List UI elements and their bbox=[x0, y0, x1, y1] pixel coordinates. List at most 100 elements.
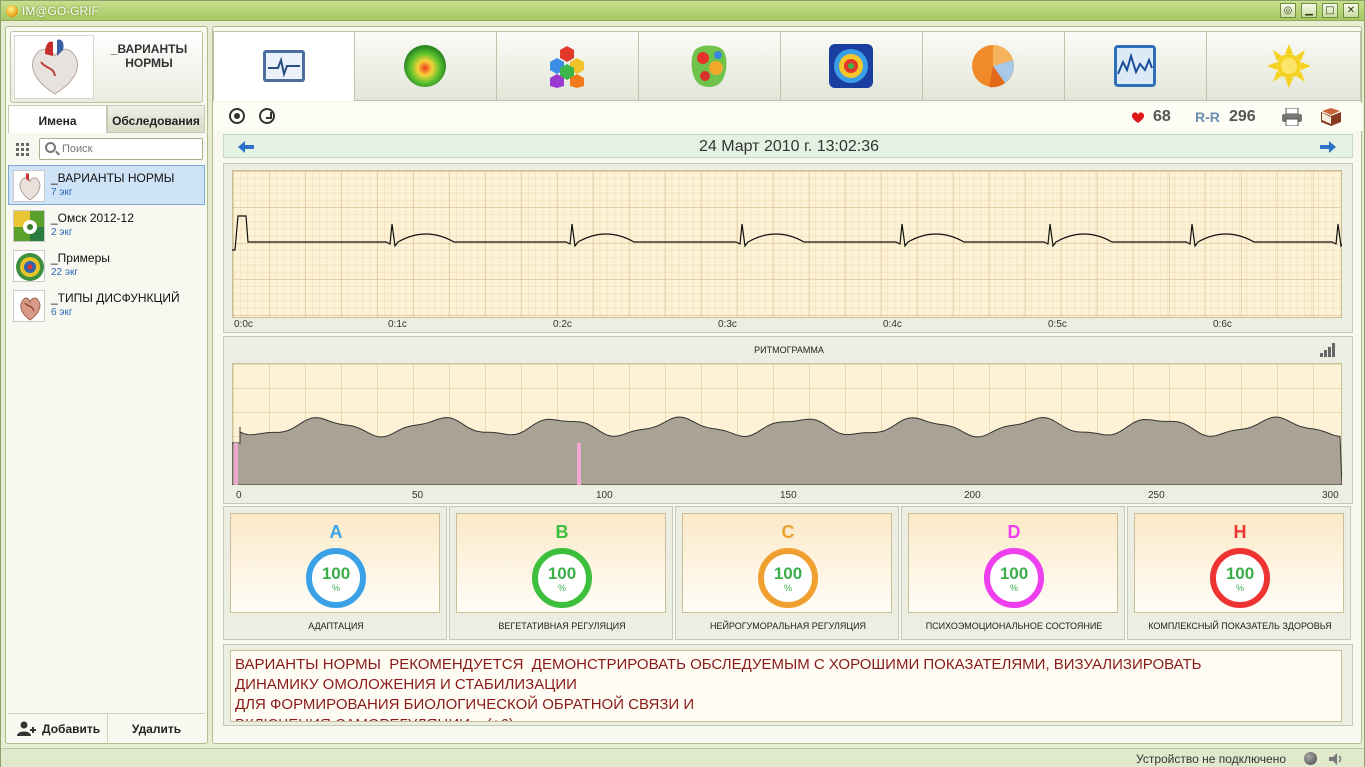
index-label: ВЕГЕТАТИВНАЯ РЕГУЛЯЦИЯ bbox=[498, 621, 626, 631]
list-item[interactable]: _Омск 2012-12 2 экг bbox=[8, 205, 205, 245]
list-item-count: 6 экг bbox=[51, 307, 73, 318]
minimize-icon: ▁ bbox=[1305, 5, 1313, 16]
date-navigator: 24 Март 2010 г. 13:02:36 bbox=[223, 134, 1353, 158]
rr-value: 296 bbox=[1229, 108, 1256, 125]
notes-box[interactable]: ВАРИАНТЫ НОРМЫ РЕКОМЕНДУЕТСЯ ДЕМОНСТРИРО… bbox=[230, 650, 1342, 722]
mandala-icon bbox=[829, 44, 873, 88]
rr-label: R-R bbox=[1195, 109, 1220, 125]
heart-icon bbox=[13, 170, 45, 202]
app-window: IM@GO-GRIF ◎ ▁ □ ✕ _ВАРИАНТЫ НОРМЫ Имена… bbox=[0, 0, 1365, 767]
index-unit: % bbox=[331, 583, 340, 593]
settings-button[interactable]: ◎ bbox=[1280, 3, 1296, 18]
tab-spectrum[interactable] bbox=[1065, 31, 1207, 101]
list-item-name: _Примеры bbox=[51, 251, 110, 265]
signal-bars-icon[interactable] bbox=[1320, 343, 1336, 357]
mandala-icon bbox=[13, 250, 45, 282]
index-panel: A 100 % bbox=[230, 513, 440, 613]
index-unit: % bbox=[1235, 583, 1244, 593]
close-icon: ✕ bbox=[1346, 5, 1356, 16]
index-ring: 100 % bbox=[984, 548, 1044, 608]
index-panel: C 100 % bbox=[682, 513, 892, 613]
notes-panel: ВАРИАНТЫ НОРМЫ РЕКОМЕНДУЕТСЯ ДЕМОНСТРИРО… bbox=[223, 644, 1353, 726]
rhythm-tick: 150 bbox=[780, 490, 797, 501]
pie-chart-icon bbox=[972, 45, 1014, 88]
patient-card[interactable]: _ВАРИАНТЫ НОРМЫ bbox=[10, 31, 203, 103]
add-button[interactable]: Добавить bbox=[8, 714, 107, 742]
search-icon bbox=[45, 142, 56, 153]
sun-flower-icon bbox=[1267, 44, 1311, 88]
tab-heatmap[interactable] bbox=[639, 31, 781, 101]
search-box bbox=[39, 138, 203, 160]
ecg-tick: 0:4c bbox=[883, 319, 902, 330]
tab-examinations[interactable]: Обследования bbox=[107, 105, 205, 133]
index-value: 100 bbox=[773, 564, 803, 583]
index-card-d[interactable]: D 100 % ПСИХОЭМОЦИОНАЛЬНОЕ СОСТОЯНИЕ bbox=[901, 506, 1125, 640]
index-letter: C bbox=[781, 522, 795, 542]
maximize-button[interactable]: □ bbox=[1322, 3, 1338, 18]
rhythm-tick: 0 bbox=[236, 490, 242, 501]
main-panel: 68 R-R 296 24 Март 2010 г. 13:02:36 0:0c… bbox=[212, 26, 1363, 744]
index-letter: A bbox=[329, 522, 343, 542]
spectrum-chart-icon bbox=[1114, 45, 1156, 87]
book-icon[interactable] bbox=[1319, 108, 1343, 126]
record-toolbar: 68 R-R 296 bbox=[213, 103, 1363, 131]
index-panel: B 100 % bbox=[456, 513, 666, 613]
index-card-a[interactable]: A 100 % АДАПТАЦИЯ bbox=[223, 506, 447, 640]
tab-mandala[interactable] bbox=[781, 31, 923, 101]
tab-settings-sun[interactable] bbox=[1207, 31, 1361, 101]
heart-organ-icon bbox=[13, 290, 45, 322]
sidebar-actions: Добавить Удалить bbox=[8, 713, 205, 742]
search-row bbox=[8, 135, 205, 163]
index-value: 100 bbox=[999, 564, 1029, 583]
color-sphere-icon bbox=[404, 45, 446, 87]
rhythm-tick: 50 bbox=[412, 490, 424, 501]
search-input[interactable] bbox=[62, 141, 197, 157]
list-item-name: _ВАРИАНТЫ НОРМЫ bbox=[51, 171, 175, 185]
rhythm-tick: 200 bbox=[964, 490, 981, 501]
tab-ecg[interactable] bbox=[213, 31, 355, 101]
heart-rate-value: 68 bbox=[1153, 108, 1171, 125]
index-card-b[interactable]: B 100 % ВЕГЕТАТИВНАЯ РЕГУЛЯЦИЯ bbox=[449, 506, 673, 640]
close-button[interactable]: ✕ bbox=[1343, 3, 1359, 18]
list-item-count: 22 экг bbox=[51, 267, 79, 278]
tab-pie[interactable] bbox=[923, 31, 1065, 101]
rhythm-tick: 300 bbox=[1322, 490, 1339, 501]
minimize-button[interactable]: ▁ bbox=[1301, 3, 1317, 18]
patient-name: _ВАРИАНТЫ НОРМЫ bbox=[110, 42, 188, 70]
index-card-h[interactable]: H 100 % КОМПЛЕКСНЫЙ ПОКАЗАТЕЛЬ ЗДОРОВЬЯ bbox=[1127, 506, 1351, 640]
patient-list: _ВАРИАНТЫ НОРМЫ 7 экг _Омск 2012-12 2 эк… bbox=[8, 165, 205, 325]
tab-sphere[interactable] bbox=[355, 31, 497, 101]
tab-hexagons[interactable] bbox=[497, 31, 639, 101]
print-icon[interactable] bbox=[1281, 108, 1303, 126]
ecg-tick: 0:0c bbox=[234, 319, 253, 330]
rhythm-tick: 100 bbox=[596, 490, 613, 501]
index-letter: H bbox=[1233, 522, 1247, 542]
tab-names[interactable]: Имена bbox=[8, 105, 107, 133]
list-item-name: _Омск 2012-12 bbox=[51, 211, 134, 225]
window-title: IM@GO-GRIF bbox=[22, 4, 99, 18]
index-value: 100 bbox=[321, 564, 351, 583]
notes-text: ВАРИАНТЫ НОРМЫ РЕКОМЕНДУЕТСЯ ДЕМОНСТРИРО… bbox=[235, 656, 1202, 721]
index-card-c[interactable]: C 100 % НЕЙРОГУМОРАЛЬНАЯ РЕГУЛЯЦИЯ bbox=[675, 506, 899, 640]
title-bar[interactable]: IM@GO-GRIF ◎ ▁ □ ✕ bbox=[1, 1, 1364, 21]
index-ring: 100 % bbox=[758, 548, 818, 608]
grid-view-icon[interactable] bbox=[16, 143, 30, 157]
ecg-trace bbox=[232, 215, 1342, 251]
ecg-tick: 0:5c bbox=[1048, 319, 1067, 330]
arrow-right-icon[interactable] bbox=[1320, 141, 1336, 153]
index-panel: H 100 % bbox=[1134, 513, 1344, 613]
list-item[interactable]: _ВАРИАНТЫ НОРМЫ 7 экг bbox=[8, 165, 205, 205]
list-item[interactable]: _Примеры 22 экг bbox=[8, 245, 205, 285]
heart-avatar-icon bbox=[14, 35, 94, 99]
rhythm-tick: 250 bbox=[1148, 490, 1165, 501]
index-ring: 100 % bbox=[306, 548, 366, 608]
index-label: НЕЙРОГУМОРАЛЬНАЯ РЕГУЛЯЦИЯ bbox=[709, 621, 867, 631]
record-icon[interactable] bbox=[229, 108, 245, 124]
add-user-icon bbox=[17, 721, 36, 736]
timer-icon[interactable] bbox=[259, 108, 275, 124]
list-item[interactable]: _ТИПЫ ДИСФУНКЦИЙ 6 экг bbox=[8, 285, 205, 325]
delete-button[interactable]: Удалить bbox=[107, 714, 205, 742]
speaker-icon[interactable] bbox=[1328, 752, 1344, 766]
circle-icon: ◎ bbox=[1283, 5, 1293, 16]
maximize-icon: □ bbox=[1325, 5, 1335, 16]
